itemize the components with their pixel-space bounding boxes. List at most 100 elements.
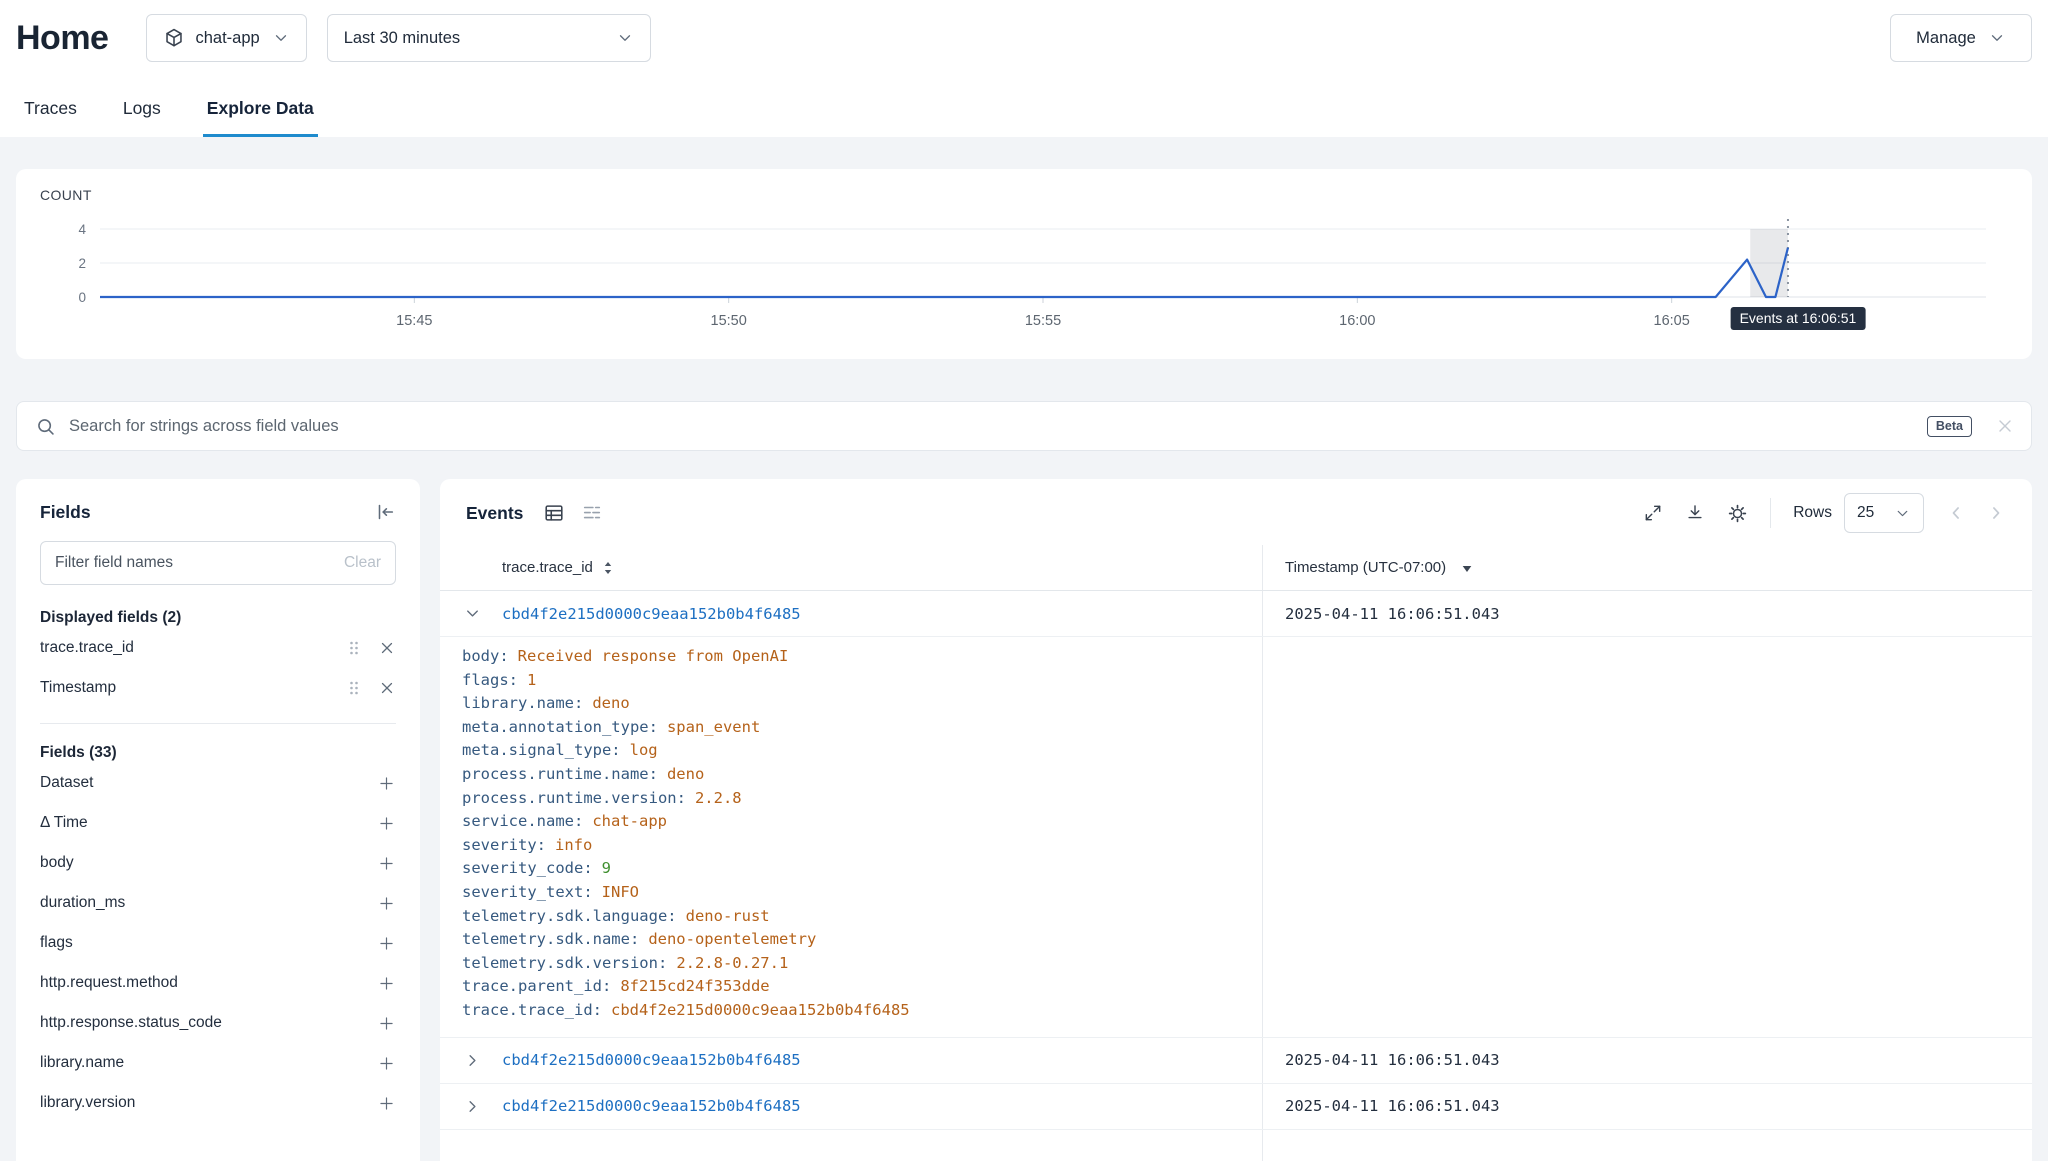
list-view-icon[interactable] — [581, 502, 603, 524]
add-field-icon[interactable] — [377, 1014, 396, 1033]
svg-text:15:50: 15:50 — [711, 313, 747, 329]
add-field-icon[interactable] — [377, 934, 396, 953]
add-field-icon[interactable] — [377, 1054, 396, 1073]
expand-row-icon[interactable] — [440, 1084, 502, 1129]
tab-bar: Traces Logs Explore Data — [16, 90, 2032, 137]
expand-row-icon[interactable] — [440, 1038, 502, 1083]
detail-line: trace.trace_id:cbd4f2e215d0000c9eaa152b0… — [462, 999, 1238, 1023]
detail-line: library.name:deno — [462, 692, 1238, 716]
previous-page-icon[interactable] — [1946, 503, 1966, 523]
collapse-left-icon[interactable] — [374, 501, 396, 523]
dataset-label: chat-app — [195, 29, 259, 48]
add-field-icon[interactable] — [377, 894, 396, 913]
top-header: Home chat-app Last 30 minutes Manage Tra… — [0, 0, 2048, 137]
rows-label: Rows — [1793, 504, 1832, 522]
fields-panel: Fields Clear Displayed fields (2) trace.… — [16, 479, 420, 1161]
add-field-icon[interactable] — [377, 814, 396, 833]
chevron-down-icon — [616, 29, 634, 47]
rows-per-page-select[interactable]: 25 — [1844, 493, 1924, 533]
field-row-library-version: library.version — [40, 1084, 396, 1122]
expand-icon[interactable] — [1643, 503, 1663, 523]
chart-tooltip: Events at 16:06:51 — [1731, 307, 1866, 330]
next-page-icon[interactable] — [1986, 503, 2006, 523]
detail-line: severity_code:9 — [462, 857, 1238, 881]
table-view-icon[interactable] — [543, 502, 565, 524]
displayed-field-row: Timestamp — [40, 669, 396, 707]
remove-field-icon[interactable] — [378, 639, 396, 657]
collapse-row-icon[interactable] — [440, 591, 502, 636]
search-icon — [35, 416, 56, 437]
field-filter-box: Clear — [40, 541, 396, 585]
tab-traces[interactable]: Traces — [20, 90, 81, 137]
svg-text:0: 0 — [78, 290, 86, 305]
event-details: body:Received response from OpenAI flags… — [440, 637, 2032, 1038]
event-row-partial — [440, 1130, 2032, 1161]
tab-logs[interactable]: Logs — [119, 90, 165, 137]
timestamp-cell: 2025-04-11 16:06:51.043 — [1262, 1084, 2032, 1129]
field-row-http-response-status-code: http.response.status_code — [40, 1004, 396, 1042]
search-input[interactable] — [69, 417, 1914, 436]
all-fields-header: Fields (33) — [40, 744, 396, 762]
detail-line: meta.signal_type:log — [462, 739, 1238, 763]
event-row: cbd4f2e215d0000c9eaa152b0b4f6485 2025-04… — [440, 1084, 2032, 1130]
trace-id-link[interactable]: cbd4f2e215d0000c9eaa152b0b4f6485 — [502, 1038, 1262, 1083]
timestamp-cell: 2025-04-11 16:06:51.043 — [1262, 591, 2032, 636]
chevron-down-icon — [1988, 29, 2006, 47]
page-title: Home — [16, 19, 108, 58]
field-row-dataset: Dataset — [40, 764, 396, 802]
add-field-icon[interactable] — [377, 974, 396, 993]
main-content: Fields Clear Displayed fields (2) trace.… — [16, 479, 2032, 1161]
displayed-field-row: trace.trace_id — [40, 629, 396, 667]
add-field-icon[interactable] — [377, 774, 396, 793]
manage-button[interactable]: Manage — [1890, 14, 2032, 62]
fields-panel-title: Fields — [40, 502, 91, 523]
sort-desc-icon — [1460, 561, 1474, 575]
events-panel: Events — [440, 479, 2032, 1161]
chart-plot[interactable]: 02415:4515:5015:5516:0016:05 Events at 1… — [40, 211, 2008, 343]
divider — [1770, 498, 1771, 528]
svg-text:16:00: 16:00 — [1339, 313, 1375, 329]
remove-field-icon[interactable] — [378, 679, 396, 697]
beta-badge: Beta — [1927, 416, 1972, 437]
field-row-http-request-method: http.request.method — [40, 964, 396, 1002]
detail-line: flags:1 — [462, 669, 1238, 693]
detail-line: body:Received response from OpenAI — [462, 645, 1238, 669]
field-row-delta-time: Δ Time — [40, 804, 396, 842]
time-range-label: Last 30 minutes — [344, 29, 606, 48]
detail-line: process.runtime.name:deno — [462, 763, 1238, 787]
field-filter-input[interactable] — [55, 554, 336, 572]
manage-label: Manage — [1916, 29, 1976, 48]
cube-icon — [163, 27, 185, 49]
detail-line: service.name:chat-app — [462, 810, 1238, 834]
trace-id-link[interactable]: cbd4f2e215d0000c9eaa152b0b4f6485 — [502, 591, 1262, 636]
column-header-timestamp[interactable]: Timestamp (UTC-07:00) — [1262, 545, 2032, 590]
chart-title: COUNT — [40, 187, 2008, 203]
drag-handle-icon[interactable] — [346, 639, 362, 657]
download-icon[interactable] — [1685, 503, 1705, 523]
divider — [40, 723, 396, 724]
filter-clear-button[interactable]: Clear — [344, 554, 381, 572]
add-field-icon[interactable] — [377, 1094, 396, 1113]
settings-icon[interactable] — [1727, 503, 1748, 524]
drag-handle-icon[interactable] — [346, 679, 362, 697]
svg-text:15:45: 15:45 — [396, 313, 432, 329]
svg-text:4: 4 — [78, 222, 86, 237]
count-chart-card: COUNT 02415:4515:5015:5516:0016:05 Event… — [16, 169, 2032, 359]
column-header-trace-id[interactable]: trace.trace_id — [502, 545, 1262, 590]
detail-line: trace.parent_id:8f215cd24f353dde — [462, 975, 1238, 999]
trace-id-link[interactable]: cbd4f2e215d0000c9eaa152b0b4f6485 — [502, 1084, 1262, 1129]
count-line-chart[interactable]: 02415:4515:5015:5516:0016:05 — [40, 211, 2008, 343]
chevron-down-icon — [1894, 505, 1911, 522]
event-row: cbd4f2e215d0000c9eaa152b0b4f6485 2025-04… — [440, 1038, 2032, 1084]
tab-explore-data[interactable]: Explore Data — [203, 90, 318, 137]
add-field-icon[interactable] — [377, 854, 396, 873]
close-icon[interactable] — [1995, 416, 2015, 436]
detail-line: telemetry.sdk.language:deno-rust — [462, 905, 1238, 929]
events-table-header: trace.trace_id Timestamp (UTC-07:00) — [440, 545, 2032, 591]
detail-line: telemetry.sdk.name:deno-opentelemetry — [462, 928, 1238, 952]
time-range-picker[interactable]: Last 30 minutes — [327, 14, 651, 62]
dataset-picker[interactable]: chat-app — [146, 14, 306, 62]
svg-text:15:55: 15:55 — [1025, 313, 1061, 329]
rows-per-page-value: 25 — [1857, 504, 1874, 522]
field-row-body: body — [40, 844, 396, 882]
